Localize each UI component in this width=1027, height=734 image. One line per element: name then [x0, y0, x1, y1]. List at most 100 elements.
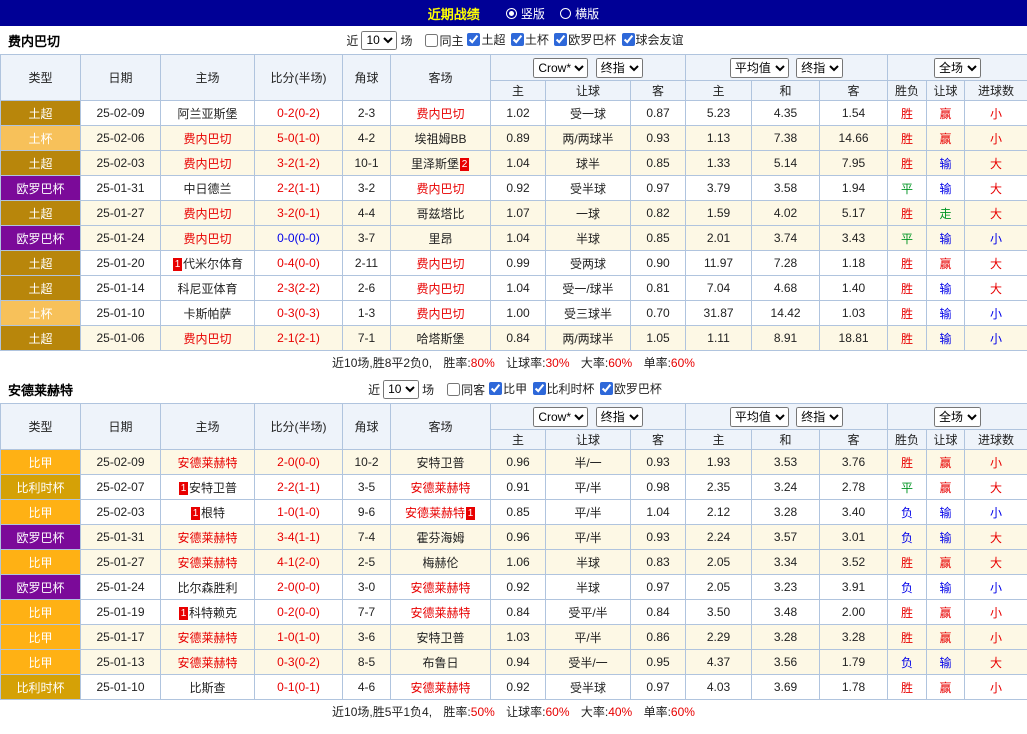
- odds-home: 0.92: [491, 176, 546, 201]
- away-team-name[interactable]: 布鲁日: [422, 656, 458, 670]
- odds-source-select[interactable]: Crow*: [533, 407, 588, 427]
- home-team-name[interactable]: 安德莱赫特: [177, 456, 237, 470]
- away-team-name[interactable]: 费内巴切: [416, 182, 464, 196]
- red-card-badge: 2: [460, 158, 469, 171]
- handicap-line: 受平/半: [546, 600, 631, 625]
- home-team-name[interactable]: 科尼亚体育: [177, 282, 237, 296]
- layout-radio[interactable]: 横版: [560, 5, 599, 22]
- match-count-select[interactable]: 10: [383, 380, 419, 399]
- avg-home-odds: 1.13: [686, 126, 752, 151]
- away-team-name[interactable]: 里昂: [428, 232, 452, 246]
- result-wdl: 胜: [888, 326, 927, 351]
- home-team-name[interactable]: 安德莱赫特: [177, 531, 237, 545]
- avg-source-select[interactable]: 平均值: [730, 58, 789, 78]
- league-filter-checkbox[interactable]: 土杯: [511, 31, 549, 48]
- avg-away-odds: 3.91: [820, 575, 888, 600]
- home-team-name[interactable]: 费内巴切: [183, 232, 231, 246]
- away-team-name[interactable]: 费内巴切: [416, 107, 464, 121]
- score-cell: 1-0(1-0): [255, 500, 343, 525]
- home-team-name[interactable]: 费内巴切: [183, 132, 231, 146]
- match-row: 比利时杯 25-02-07 1安特卫普 2-2(1-1) 3-5 安德莱赫特 0…: [1, 475, 1027, 500]
- away-team-name[interactable]: 安特卫普: [416, 631, 464, 645]
- avg-stage-select[interactable]: 终指: [796, 407, 843, 427]
- away-team-name[interactable]: 里泽斯堡: [411, 157, 459, 171]
- away-team-name[interactable]: 哈塔斯堡: [416, 332, 464, 346]
- league-checkbox-input[interactable]: [511, 33, 524, 46]
- handicap-line: 两/两球半: [546, 126, 631, 151]
- result-handicap: 赢: [927, 550, 965, 575]
- match-count-select[interactable]: 10: [361, 31, 397, 50]
- home-team-name[interactable]: 安德莱赫特: [177, 656, 237, 670]
- league-checkbox-input[interactable]: [600, 382, 613, 395]
- home-team-name[interactable]: 根特: [201, 506, 225, 520]
- home-team-name[interactable]: 安特卫普: [189, 481, 237, 495]
- league-filter-checkbox[interactable]: 土超: [467, 31, 505, 48]
- away-team-name[interactable]: 埃祖姆BB: [414, 132, 466, 146]
- same-venue-checkbox-input[interactable]: [425, 34, 438, 47]
- odds-stage-select[interactable]: 终指: [596, 58, 643, 78]
- col-score: 比分(半场): [255, 404, 343, 450]
- league-filter-checkbox[interactable]: 比甲: [489, 380, 527, 397]
- league-filter-checkbox[interactable]: 比利时杯: [533, 380, 595, 397]
- odds-home: 1.04: [491, 151, 546, 176]
- avg-home-odds: 4.37: [686, 650, 752, 675]
- same-venue-checkbox[interactable]: 同主: [425, 32, 463, 49]
- away-team-name[interactable]: 安特卫普: [416, 456, 464, 470]
- league-checkbox-input[interactable]: [554, 33, 567, 46]
- handicap-line: 半球: [546, 575, 631, 600]
- away-team-name[interactable]: 费内巴切: [416, 257, 464, 271]
- fullmatch-select[interactable]: 全场: [934, 58, 981, 78]
- fullmatch-select[interactable]: 全场: [934, 407, 981, 427]
- home-team-cell: 1科特赖克: [161, 600, 255, 625]
- odds-stage-select[interactable]: 终指: [596, 407, 643, 427]
- away-team-name[interactable]: 安德莱赫特: [405, 506, 465, 520]
- away-team-name[interactable]: 安德莱赫特: [410, 481, 470, 495]
- away-team-name[interactable]: 安德莱赫特: [410, 606, 470, 620]
- result-overunder: 小: [965, 575, 1027, 600]
- home-team-name[interactable]: 比尔森胜利: [177, 581, 237, 595]
- match-row: 比甲 25-02-09 安德莱赫特 2-0(0-0) 10-2 安特卫普 0.9…: [1, 450, 1027, 475]
- league-checkbox-input[interactable]: [489, 382, 502, 395]
- home-team-name[interactable]: 安德莱赫特: [177, 631, 237, 645]
- home-team-name[interactable]: 比斯查: [189, 681, 225, 695]
- away-team-name[interactable]: 梅赫伦: [422, 556, 458, 570]
- home-team-name[interactable]: 代米尔体育: [183, 257, 243, 271]
- result-handicap: 赢: [927, 625, 965, 650]
- away-team-name[interactable]: 哥兹塔比: [416, 207, 464, 221]
- home-team-name[interactable]: 安德莱赫特: [177, 556, 237, 570]
- league-checkbox-input[interactable]: [467, 33, 480, 46]
- result-overunder: 大: [965, 650, 1027, 675]
- corner-cell: 8-5: [343, 650, 391, 675]
- away-team-name[interactable]: 费内巴切: [416, 282, 464, 296]
- league-checkbox-input[interactable]: [622, 33, 635, 46]
- odds-home: 1.03: [491, 625, 546, 650]
- league-filter-checkbox[interactable]: 欧罗巴杯: [554, 31, 616, 48]
- odds-header-cell: Crow* 终指: [491, 404, 686, 430]
- same-venue-checkbox-input[interactable]: [447, 383, 460, 396]
- league-filter-checkbox[interactable]: 球会友谊: [622, 31, 684, 48]
- odds-away: 0.70: [631, 301, 686, 326]
- odds-source-select[interactable]: Crow*: [533, 58, 588, 78]
- league-filter-checkbox[interactable]: 欧罗巴杯: [600, 380, 662, 397]
- same-venue-checkbox[interactable]: 同客: [447, 381, 485, 398]
- match-date: 25-01-31: [81, 176, 161, 201]
- corner-cell: 10-2: [343, 450, 391, 475]
- home-team-name[interactable]: 费内巴切: [183, 157, 231, 171]
- home-team-name[interactable]: 科特赖克: [189, 606, 237, 620]
- result-wdl: 胜: [888, 151, 927, 176]
- home-team-name[interactable]: 中日德兰: [183, 182, 231, 196]
- layout-radio[interactable]: 竖版: [506, 5, 545, 22]
- away-team-name[interactable]: 霍芬海姆: [416, 531, 464, 545]
- home-team-name[interactable]: 费内巴切: [183, 207, 231, 221]
- away-team-cell: 哈塔斯堡: [391, 326, 491, 351]
- avg-source-select[interactable]: 平均值: [730, 407, 789, 427]
- away-team-name[interactable]: 费内巴切: [416, 307, 464, 321]
- away-team-name[interactable]: 安德莱赫特: [410, 581, 470, 595]
- away-team-name[interactable]: 安德莱赫特: [410, 681, 470, 695]
- avg-stage-select[interactable]: 终指: [796, 58, 843, 78]
- match-row: 土超 25-01-14 科尼亚体育 2-3(2-2) 2-6 费内巴切 1.04…: [1, 276, 1027, 301]
- home-team-name[interactable]: 费内巴切: [183, 332, 231, 346]
- league-checkbox-input[interactable]: [533, 382, 546, 395]
- home-team-name[interactable]: 阿兰亚斯堡: [177, 107, 237, 121]
- home-team-name[interactable]: 卡斯帕萨: [183, 307, 231, 321]
